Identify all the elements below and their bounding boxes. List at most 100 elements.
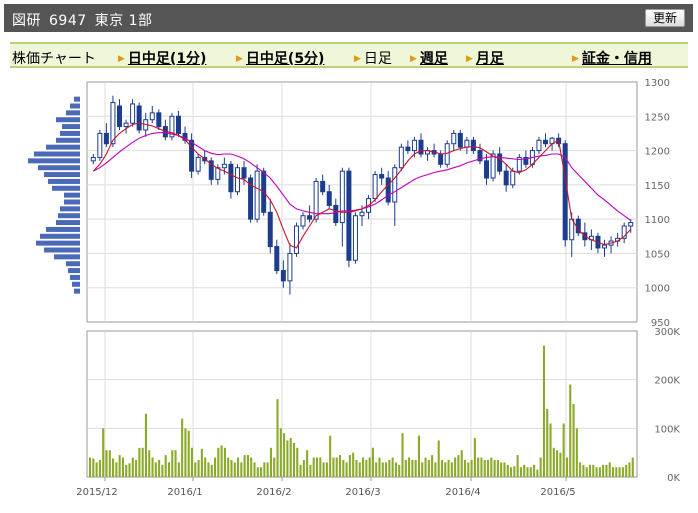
volume-bar — [417, 435, 421, 477]
candle-body — [307, 215, 313, 220]
candle-body — [628, 222, 634, 227]
volume-bar — [536, 469, 539, 477]
tab-margin-credit[interactable]: ▶ 証金・信用 — [572, 48, 652, 68]
price-tick-label: 1100 — [645, 215, 670, 226]
refresh-button[interactable]: 更新 — [645, 9, 685, 27]
volume-bar — [621, 467, 624, 477]
volume-bar — [483, 459, 486, 477]
volume-bar — [207, 462, 210, 477]
volume-bar — [585, 467, 588, 477]
volume-bar — [112, 458, 115, 477]
volume-bar — [381, 462, 384, 477]
volume-bar — [253, 462, 256, 477]
tab-intraday-5min[interactable]: ▶ 日中足(5分) — [236, 48, 324, 68]
volume-bar — [299, 464, 302, 477]
candle-body — [392, 167, 398, 203]
volume-bar — [496, 459, 499, 477]
volume-bar — [539, 457, 542, 477]
price-volume-bar — [60, 130, 80, 136]
volume-bar — [161, 464, 164, 477]
volume-bar — [365, 459, 368, 477]
volume-bar — [467, 462, 470, 477]
stock-code: 6947 — [49, 13, 87, 29]
volume-bar — [332, 457, 335, 477]
price-volume-bar — [74, 96, 80, 102]
volume-bar — [240, 462, 243, 477]
volume-bar — [89, 457, 92, 477]
candle-body — [156, 112, 162, 128]
volume-bar — [187, 430, 190, 477]
price-tick-label: 1000 — [645, 284, 670, 295]
arrow-right-icon: ▶ — [410, 54, 417, 64]
candle-body — [287, 252, 293, 282]
volume-bar — [348, 455, 351, 477]
candle-body — [490, 153, 496, 179]
chart-header: 図研 6947 東京 1部 更新 — [4, 4, 693, 32]
candle-body — [372, 174, 378, 200]
volume-bar — [470, 459, 473, 477]
volume-bar — [457, 455, 460, 477]
volume-bar — [523, 464, 526, 477]
volume-bar — [546, 408, 549, 477]
price-volume-bar — [60, 206, 80, 212]
volume-bar — [325, 462, 328, 477]
candle-body — [536, 139, 542, 152]
volume-bar — [414, 459, 417, 477]
price-tick-label: 1250 — [645, 112, 670, 123]
price-volume-bar — [48, 178, 80, 184]
volume-bar — [598, 467, 601, 477]
price-volume-bar — [70, 103, 80, 109]
volume-bar — [125, 464, 128, 477]
candle-body — [497, 153, 503, 172]
volume-bar — [421, 462, 424, 477]
tab-label: 日中足(1分) — [127, 51, 207, 67]
volume-bar — [569, 384, 572, 477]
volume-bar — [437, 440, 440, 477]
volume-bar — [411, 459, 414, 477]
candle-body — [333, 204, 339, 224]
volume-bar — [283, 433, 286, 477]
volume-bar — [302, 459, 305, 477]
tab-monthly[interactable]: ▶ 月足 — [466, 48, 504, 68]
volume-bar — [454, 457, 457, 477]
volume-tick-label: 200K — [654, 376, 680, 387]
volume-bar — [552, 447, 555, 477]
price-volume-bar — [66, 110, 80, 116]
volume-bar — [92, 458, 95, 477]
volume-bar — [286, 440, 289, 477]
x-tick-label: 2016/5 — [540, 487, 575, 498]
volume-bar — [138, 447, 141, 477]
volume-bar — [190, 447, 194, 477]
candle-body — [90, 156, 96, 162]
volume-bar — [362, 457, 365, 477]
volume-bar — [250, 457, 253, 477]
volume-bar — [128, 463, 131, 477]
stock-title: 図研 6947 東京 1部 — [12, 10, 161, 30]
candle-body — [484, 160, 490, 179]
volume-bar — [105, 450, 108, 477]
volume-bar — [237, 457, 240, 477]
candle-body — [385, 177, 391, 203]
candle-body — [254, 170, 260, 220]
tab-intraday-1min[interactable]: ▶ 日中足(1分) — [118, 48, 206, 68]
volume-bar — [171, 450, 174, 477]
x-tick-label: 2016/1 — [167, 487, 202, 498]
volume-bar — [312, 457, 315, 477]
price-tick-label: 1050 — [645, 249, 670, 260]
candle-body — [136, 105, 142, 131]
price-tick-label: 1300 — [645, 78, 670, 89]
volume-bar — [440, 459, 444, 477]
price-volume-bar — [34, 151, 80, 157]
volume-bar — [391, 457, 394, 477]
candle-body — [438, 153, 444, 165]
arrow-right-icon: ▶ — [118, 54, 125, 64]
price-volume-bar — [56, 137, 80, 143]
candle-body — [130, 103, 136, 124]
candle-body — [234, 167, 240, 193]
volume-bar — [460, 450, 463, 477]
tab-weekly[interactable]: ▶ 週足 — [410, 48, 448, 68]
candle-body — [379, 174, 385, 179]
price-volume-bar — [38, 165, 80, 171]
volume-bar — [210, 464, 213, 477]
volume-bar — [279, 428, 282, 477]
